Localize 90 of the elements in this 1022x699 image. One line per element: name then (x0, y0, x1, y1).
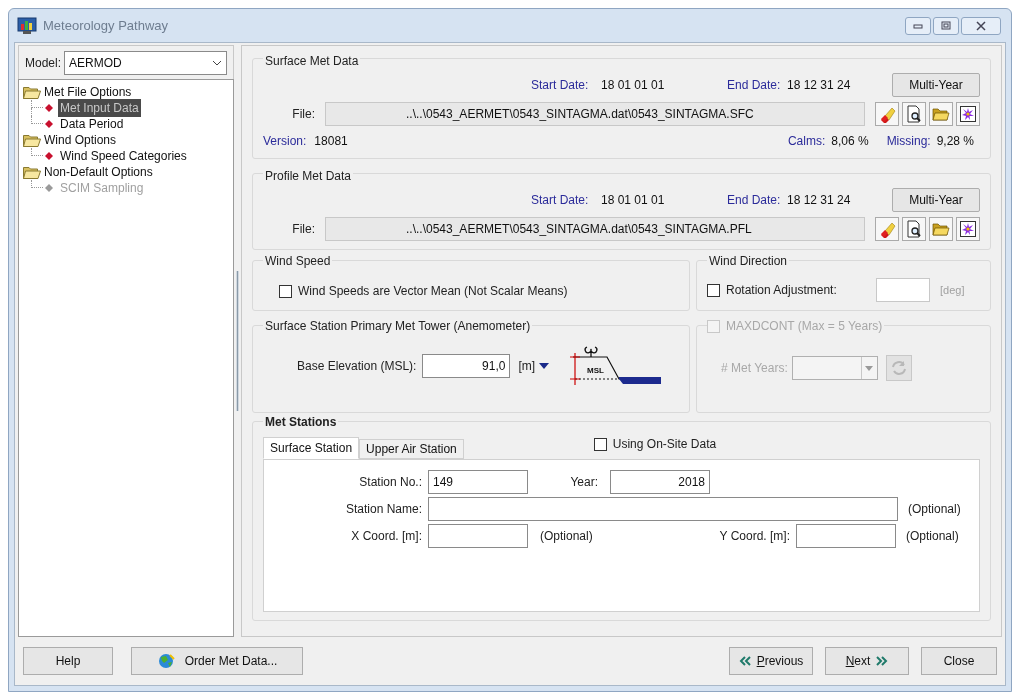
checkbox-label: Rotation Adjustment: (726, 282, 838, 299)
close-icon[interactable] (961, 16, 1001, 35)
input-field[interactable] (428, 524, 528, 548)
field-value: 18 01 01 01 (601, 192, 666, 209)
field-value: 18 12 31 24 (787, 192, 852, 209)
preview-icon[interactable] (902, 217, 926, 241)
field-label: Start Date: (531, 192, 590, 209)
field-label: Missing: (886, 133, 931, 150)
field-label: End Date: (727, 192, 782, 209)
open-folder-icon[interactable] (929, 102, 953, 126)
eraser-icon[interactable] (875, 217, 899, 241)
maximize-icon (941, 21, 951, 30)
checkbox-label: Using On-Site Data (612, 436, 717, 453)
field-value: 8,06 % (831, 133, 869, 150)
field-value: 18 12 31 24 (787, 77, 852, 94)
previous-button[interactable]: Previous (729, 647, 813, 675)
folder-icon (23, 165, 41, 179)
field-label: Base Elevation (MSL): (297, 358, 417, 375)
field-label: Y Coord. [m]: (718, 528, 791, 545)
checkbox-label: Wind Speeds are Vector Mean (Not Scalar Means) (298, 283, 568, 300)
tree-item[interactable]: Wind Options (44, 131, 117, 149)
tab[interactable]: Upper Air Station (359, 439, 464, 459)
checkbox-label: MAXDCONT (Max = 5 Years) (720, 319, 885, 333)
app-icon (17, 16, 37, 35)
met-years-dropdown[interactable] (791, 356, 878, 380)
model-dropdown[interactable]: AERMOD (64, 50, 227, 75)
field-label: End Date: (727, 77, 782, 94)
next-button[interactable]: Next (825, 647, 909, 675)
double-chevron-right-icon (876, 656, 889, 666)
minimize-icon (913, 22, 923, 29)
dropdown-icon[interactable] (539, 363, 550, 369)
unit-label: [deg] (940, 282, 965, 298)
double-chevron-left-icon (738, 656, 751, 666)
checkbox[interactable] (707, 283, 720, 297)
window-title: Meteorology Pathway (43, 16, 168, 35)
splitter-handle[interactable] (235, 271, 239, 411)
tree-item[interactable]: Met Input Data (58, 99, 141, 117)
burst-icon[interactable] (956, 217, 980, 241)
diamond-icon (45, 152, 53, 160)
tree-item[interactable]: Data Period (58, 115, 126, 133)
globe-icon (156, 653, 175, 669)
minimize-button[interactable] (905, 16, 931, 35)
diagram-label: MSL (587, 366, 604, 375)
field-label: Version: (263, 133, 307, 150)
field-label: Station No.: (358, 474, 423, 491)
input-field[interactable] (428, 497, 898, 521)
open-folder-icon[interactable] (929, 217, 953, 241)
folder-icon (23, 133, 41, 147)
field-label: Start Date: (531, 77, 590, 94)
tree-item[interactable]: Non-Default Options (44, 163, 153, 181)
tab[interactable]: Surface Station (263, 437, 360, 459)
multi-year-button[interactable]: Multi-Year (892, 73, 980, 97)
field-label: Year: (569, 474, 599, 491)
file-path-field: ..\..\0543_AERMET\0543_SINTAGMA.dat\0543_SINTAGMA.PFL (325, 217, 865, 241)
file-path-field: ..\..\0543_AERMET\0543_SINTAGMA.dat\0543_SINTAGMA.SFC (325, 102, 865, 126)
field-label: # Met Years: (721, 360, 788, 377)
input-field[interactable] (876, 278, 930, 302)
field-label: Model: (25, 54, 62, 72)
unit-label: [m] (518, 358, 536, 375)
burst-icon[interactable] (956, 102, 980, 126)
preview-icon[interactable] (902, 102, 926, 126)
field-label: (Optional) (906, 528, 959, 545)
tree-item[interactable]: Wind Speed Categories (58, 147, 189, 165)
caret-icon (865, 365, 874, 371)
input-field[interactable] (796, 524, 896, 548)
field-label: (Optional) (540, 528, 594, 545)
input-field[interactable]: 149 (428, 470, 528, 494)
field-value: 18081 (314, 133, 348, 150)
field-value: 9,28 % (936, 133, 974, 150)
checkbox[interactable] (279, 284, 292, 298)
input-field[interactable]: 2018 (610, 470, 710, 494)
maximize-button[interactable] (933, 16, 959, 35)
chevron-down-icon (211, 59, 222, 66)
tree-item[interactable]: Met File Options (44, 83, 132, 101)
input-field[interactable]: 91,0 (422, 354, 511, 378)
field-label: Calms: (787, 133, 826, 150)
field-label: File: (291, 106, 316, 123)
field-label: File: (291, 221, 316, 238)
field-label: (Optional) (908, 501, 961, 518)
order-met-data-button[interactable]: Order Met Data... (131, 647, 303, 675)
diamond-icon (45, 184, 53, 192)
eraser-icon[interactable] (875, 102, 899, 126)
help-button[interactable]: Help (23, 647, 113, 675)
field-label: Station Name: (344, 501, 423, 518)
close-button[interactable]: Close (921, 647, 997, 675)
field-label: X Coord. [m]: (350, 528, 423, 545)
multi-year-button[interactable]: Multi-Year (892, 188, 980, 212)
field-value: 18 01 01 01 (601, 77, 666, 94)
checkbox[interactable] (593, 437, 607, 451)
folder-icon (23, 85, 41, 99)
